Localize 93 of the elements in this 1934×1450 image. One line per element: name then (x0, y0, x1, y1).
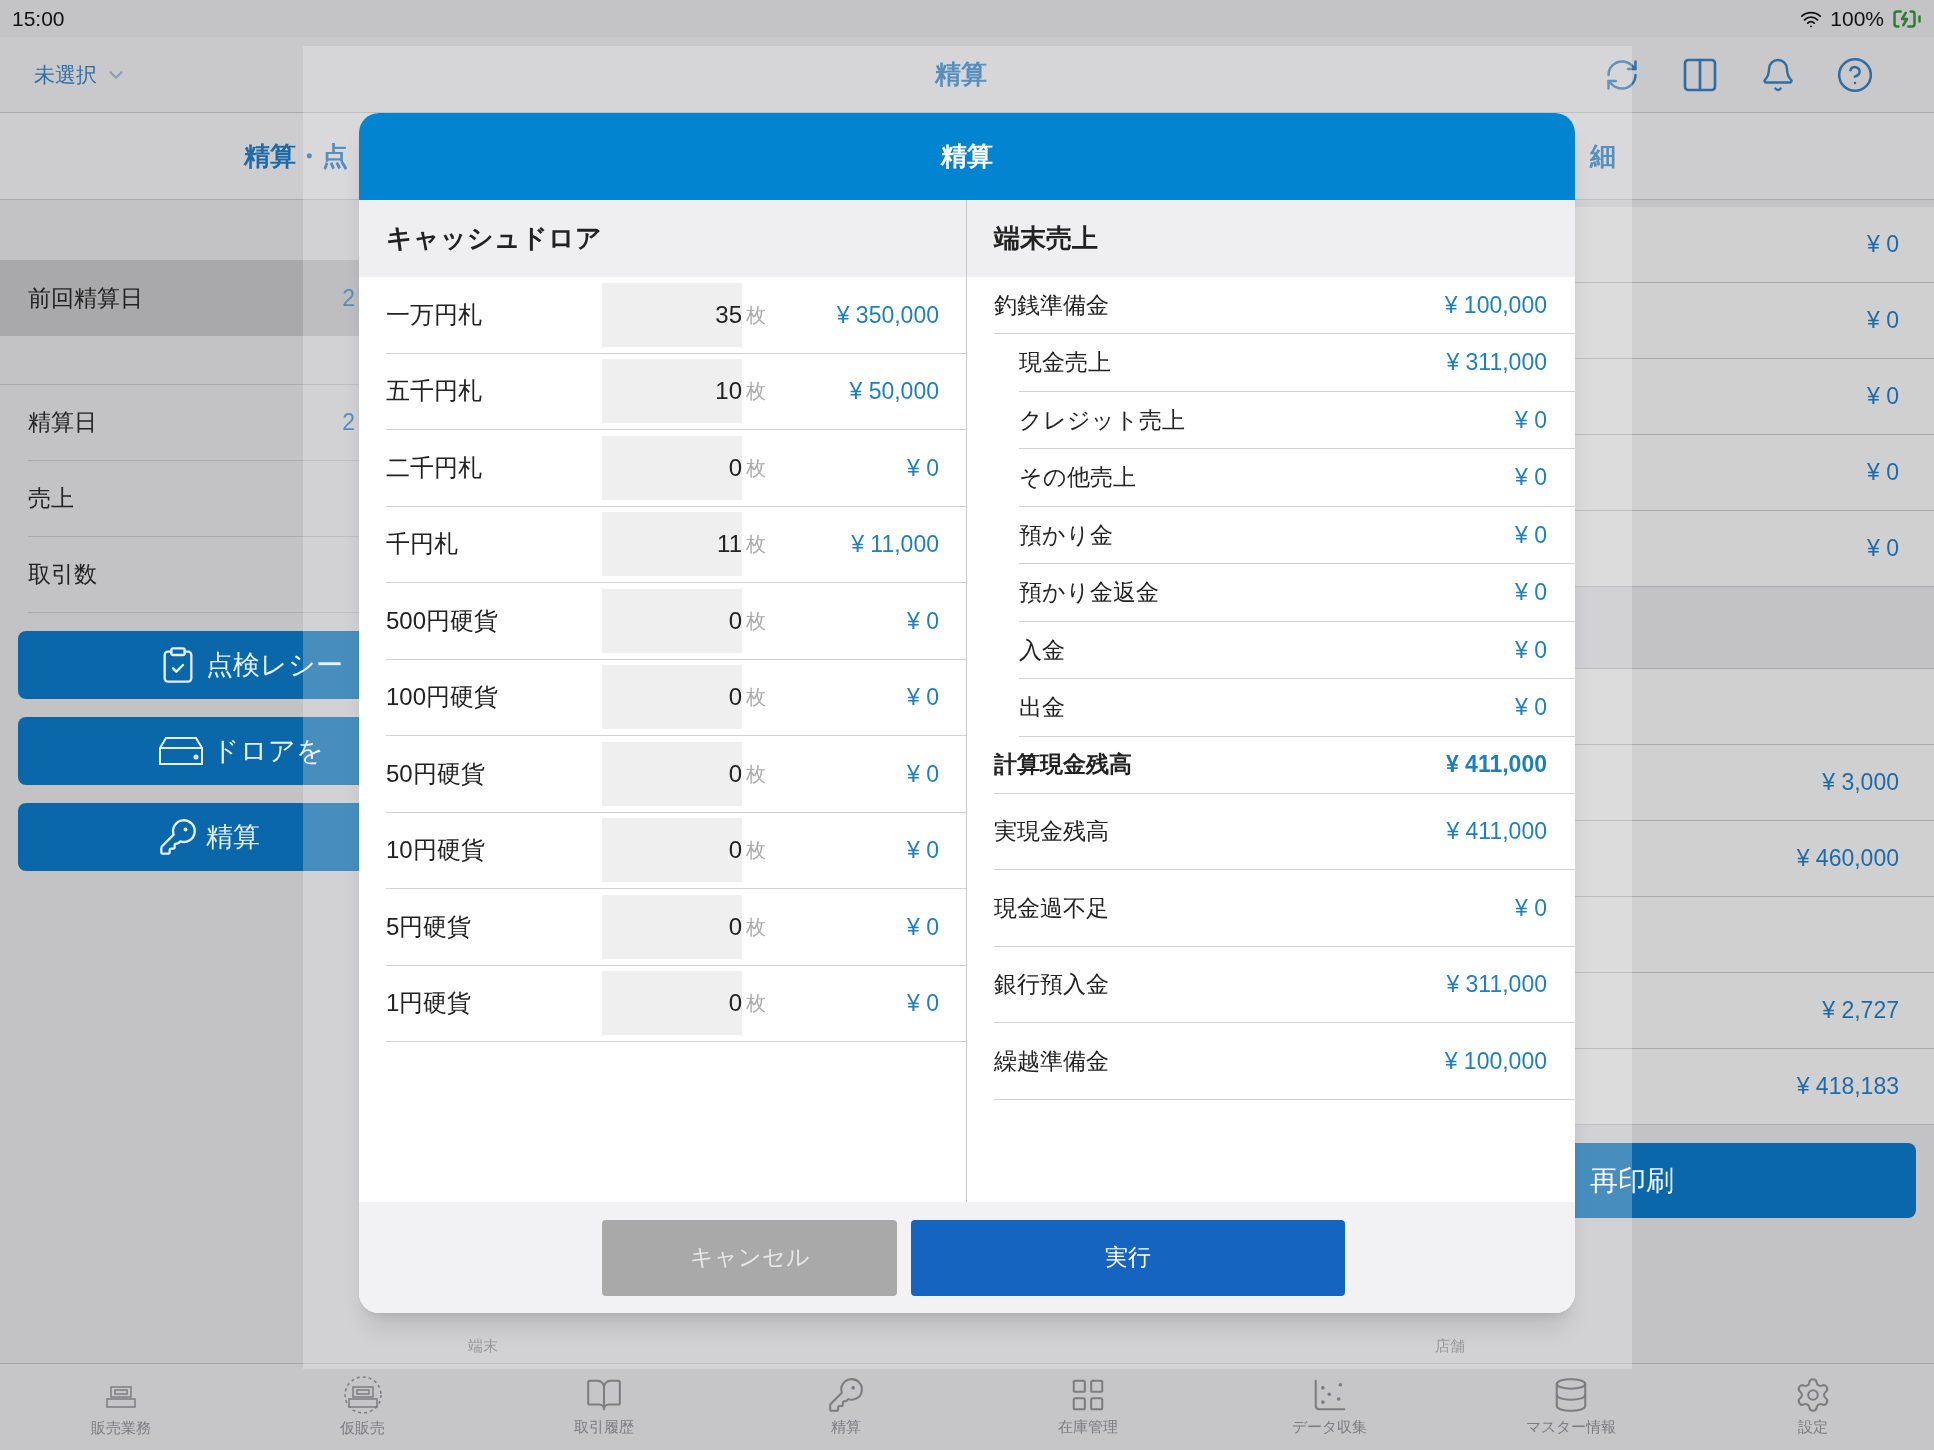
amount-value: ¥ 460,000 (1796, 844, 1899, 874)
sales-label: 実現金残高 (994, 817, 1109, 846)
unit-label: 枚 (746, 761, 766, 787)
unit-label: 枚 (746, 991, 766, 1017)
sales-label: 計算現金残高 (994, 750, 1132, 780)
sales-value: ¥ 0 (1515, 635, 1547, 665)
denomination-label: 1円硬貨 (386, 988, 473, 1019)
sales-label: 銀行預入金 (994, 970, 1109, 999)
count-field[interactable]: 11 (602, 512, 742, 577)
amount-value: ¥ 0 (907, 912, 939, 942)
battery-percent: 100% (1830, 5, 1884, 32)
segment-label[interactable]: 精算・点 (244, 136, 348, 176)
amount-value: ¥ 418,183 (1796, 1072, 1899, 1102)
help-icon[interactable] (1836, 55, 1874, 94)
sales-label: 入金 (1019, 635, 1065, 665)
sales-value: ¥ 311,000 (1446, 348, 1547, 377)
unit-label: 枚 (746, 532, 766, 558)
amount-value: ¥ 350,000 (836, 300, 939, 330)
count-field[interactable]: 0 (602, 741, 742, 806)
count-field[interactable]: 0 (602, 588, 742, 653)
count-field[interactable]: 10 (602, 359, 742, 424)
sales-label: 現金売上 (1019, 348, 1111, 377)
unit-label: 枚 (746, 914, 766, 940)
count-field[interactable]: 35 (602, 282, 742, 347)
bell-icon[interactable] (1760, 56, 1796, 93)
key-icon (158, 817, 198, 857)
sales-value: ¥ 411,000 (1446, 817, 1547, 846)
sales-value: ¥ 100,000 (1444, 290, 1547, 320)
unit-label: 枚 (746, 455, 766, 481)
section-title: キャッシュドロア (386, 222, 602, 255)
sales-label: 預かり金返金 (1019, 578, 1159, 607)
denomination-label: 千円札 (386, 529, 459, 560)
sales-value: ¥ 411,000 (1445, 750, 1547, 780)
unit-label: 枚 (746, 608, 766, 634)
row-label: 精算日 (28, 408, 97, 438)
denomination-label: 五千円札 (386, 376, 483, 407)
denomination-label: 一万円札 (386, 299, 483, 330)
denomination-label: 10円硬貨 (386, 835, 486, 866)
amount-value: ¥ 0 (1867, 306, 1899, 336)
unit-label: 枚 (746, 302, 766, 328)
sales-label: 出金 (1019, 693, 1065, 722)
sales-value: ¥ 100,000 (1444, 1046, 1547, 1076)
count-field[interactable]: 0 (602, 971, 742, 1036)
execute-button[interactable]: 実行 (911, 1219, 1345, 1296)
drawer-icon (158, 736, 204, 766)
store-picker[interactable]: 未選択 (34, 58, 127, 91)
unit-label: 枚 (746, 685, 766, 711)
section-title: 端末売上 (994, 222, 1098, 255)
amount-value: ¥ 0 (907, 683, 939, 712)
amount-value: ¥ 0 (1867, 458, 1899, 488)
unit-label: 枚 (746, 379, 766, 405)
sales-value: ¥ 0 (1515, 405, 1547, 435)
amount-value: ¥ 0 (907, 606, 939, 636)
row-label: 売上 (28, 484, 74, 514)
amount-value: ¥ 3,000 (1822, 768, 1899, 798)
amount-value: ¥ 11,000 (851, 530, 939, 559)
sales-value: ¥ 0 (1515, 520, 1547, 550)
sales-label: 繰越準備金 (994, 1046, 1109, 1076)
row-label: 前回精算日 (28, 283, 143, 313)
dialog-title: 精算 (941, 140, 993, 173)
nav-title: 精算 (935, 58, 987, 91)
amount-value: ¥ 0 (907, 759, 939, 789)
denomination-label: 5円硬貨 (386, 911, 473, 942)
row-value: 2 (342, 408, 355, 438)
sales-label: 預かり金 (1019, 520, 1113, 550)
denomination-label: 二千円札 (386, 452, 483, 483)
sales-value: ¥ 0 (1515, 693, 1547, 722)
amount-value: ¥ 2,727 (1822, 996, 1899, 1026)
amount-value: ¥ 0 (907, 453, 939, 483)
sales-value: ¥ 0 (1515, 893, 1547, 923)
amount-value: ¥ 0 (1867, 534, 1899, 564)
key-icon (827, 1375, 866, 1414)
sales-label: 釣銭準備金 (994, 290, 1109, 320)
count-field[interactable]: 0 (602, 665, 742, 730)
status-time: 15:00 (12, 5, 65, 32)
sales-value: ¥ 0 (1515, 578, 1547, 607)
sales-value: ¥ 311,000 (1446, 970, 1547, 999)
sales-label: 現金過不足 (994, 893, 1109, 923)
sales-value: ¥ 0 (1515, 463, 1547, 492)
sales-label: クレジット売上 (1019, 405, 1185, 435)
amount-value: ¥ 0 (1867, 382, 1899, 412)
amount-value: ¥ 0 (1867, 230, 1899, 260)
amount-value: ¥ 0 (907, 836, 939, 865)
count-field[interactable]: 0 (602, 435, 742, 500)
register-circle-icon (342, 1374, 383, 1415)
count-field[interactable]: 0 (602, 894, 742, 959)
amount-value: ¥ 50,000 (849, 377, 939, 406)
count-field[interactable]: 0 (602, 818, 742, 883)
row-value: 2 (342, 283, 355, 313)
amount-value: ¥ 0 (907, 989, 939, 1018)
sales-label: その他売上 (1019, 463, 1136, 492)
row-label: 取引数 (28, 560, 97, 590)
unit-label: 枚 (746, 838, 766, 864)
